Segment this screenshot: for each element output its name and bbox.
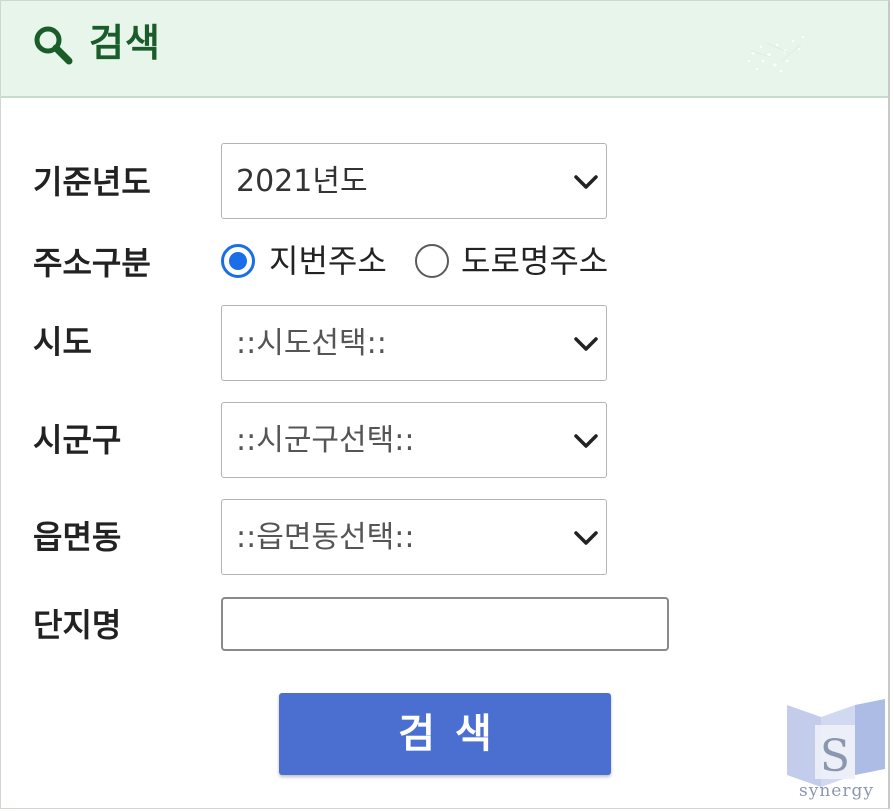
chevron-down-icon <box>574 434 598 448</box>
logo-letter: S <box>820 731 850 782</box>
eupmyeondong-select-value: ::읍면동선택:: <box>236 520 415 555</box>
eupmyeondong-select[interactable]: ::읍면동선택:: <box>221 499 607 575</box>
sido-select[interactable]: ::시도선택:: <box>221 305 607 381</box>
year-label: 기준년도 <box>33 163 151 201</box>
sparkle-decoration-icon <box>748 35 805 73</box>
radio-road-address-label[interactable]: 도로명주소 <box>461 241 608 281</box>
search-icon <box>34 26 73 65</box>
logo-text: synergy <box>799 781 874 801</box>
radio-jibun-address-label[interactable]: 지번주소 <box>269 241 387 281</box>
search-button[interactable]: 검색 <box>279 693 611 775</box>
sigungu-select[interactable]: ::시군구선택:: <box>221 402 607 478</box>
chevron-down-icon <box>574 175 598 189</box>
sido-select-value: ::시도선택:: <box>236 326 387 361</box>
complex-name-label: 단지명 <box>33 606 122 644</box>
panel-header: 검색 <box>1 1 888 98</box>
sido-label: 시도 <box>33 323 92 361</box>
address-type-label: 주소구분 <box>33 244 151 282</box>
radio-jibun-address[interactable] <box>221 244 255 278</box>
year-select-value: 2021년도 <box>236 164 368 199</box>
search-panel: 검색 기준년도 2021년도 주소구분 지번주소 도로명주소 시도::시도선택… <box>0 0 890 809</box>
chevron-down-icon <box>574 337 598 351</box>
radio-road-address[interactable] <box>415 244 449 278</box>
synergy-logo: S synergy <box>781 695 891 809</box>
eupmyeondong-label: 읍면동 <box>33 518 122 556</box>
sigungu-select-value: ::시군구선택:: <box>236 423 415 458</box>
panel-title: 검색 <box>89 21 161 65</box>
sigungu-label: 시군구 <box>33 421 122 459</box>
year-select[interactable]: 2021년도 <box>221 143 607 219</box>
complex-name-input[interactable] <box>221 597 669 651</box>
synergy-logo-mark: S <box>787 699 885 787</box>
chevron-down-icon <box>574 531 598 545</box>
